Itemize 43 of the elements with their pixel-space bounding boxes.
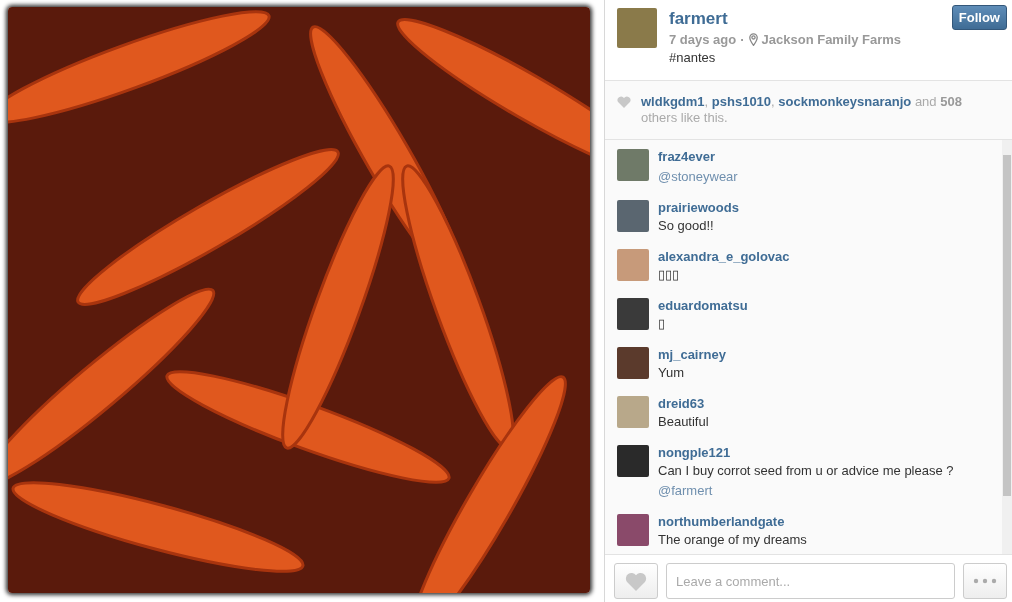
avatar-placeholder[interactable] (617, 347, 649, 379)
username-link[interactable]: sockmonkeysnaranjo (778, 94, 912, 109)
comment-text: Beautiful (658, 414, 709, 429)
location-link[interactable]: Jackson Family Farms (761, 32, 901, 47)
heart-icon (617, 96, 631, 108)
comment-text: Can I buy corrot seed from u or advice me please ? (658, 463, 954, 478)
heart-icon (625, 571, 647, 591)
location-pin-icon (748, 33, 758, 46)
avatar-placeholder[interactable] (617, 396, 649, 428)
username-link[interactable]: wldkgdm1 (641, 94, 705, 109)
avatar-placeholder[interactable] (617, 200, 649, 232)
comment-username[interactable]: fraz4ever (658, 149, 738, 164)
ellipsis-icon (973, 578, 997, 584)
comment-text: The orange of my dreams (658, 532, 807, 547)
comment-text: Yum (658, 365, 685, 380)
post-time: 7 days ago (669, 32, 737, 47)
separator-dot: · (740, 32, 745, 47)
comment-username[interactable]: alexandra_e_golovac (658, 249, 790, 264)
avatar-placeholder[interactable] (617, 514, 649, 546)
comment-username[interactable]: dreid63 (658, 396, 709, 411)
avatar-placeholder[interactable] (617, 149, 649, 181)
comment-text: ▯ (658, 316, 666, 331)
scrollbar[interactable] (1002, 140, 1012, 554)
caption-text: #nantes (669, 50, 717, 65)
avatar-placeholder[interactable] (617, 8, 657, 48)
like-button[interactable] (614, 563, 658, 599)
mention-link[interactable]: @stoneywear (658, 169, 738, 184)
comment-text: So good!! (658, 218, 715, 233)
comment-username[interactable]: eduardomatsu (658, 298, 748, 313)
comment-text: ▯▯▯ (658, 267, 680, 282)
post-username[interactable]: farmert (669, 9, 940, 29)
comment-input-field[interactable]: Leave a comment... (666, 563, 955, 599)
likes-text: wldkgdm1, pshs1010, sockmonkeysnaranjo and 508 others like this. (641, 94, 963, 126)
more-options-button[interactable] (963, 563, 1007, 599)
comment-username[interactable]: mj_cairney (658, 347, 726, 362)
avatar-placeholder[interactable] (617, 298, 649, 330)
mention-link[interactable]: @farmert (658, 483, 954, 498)
comment-username[interactable]: northumberlandgate (658, 514, 807, 529)
comment-username[interactable]: prairiewoods (658, 200, 739, 215)
comment-username[interactable]: nongple121 (658, 445, 954, 460)
follow-button[interactable]: Follow (951, 5, 1007, 30)
avatar-placeholder[interactable] (617, 445, 649, 477)
avatar-placeholder[interactable] (617, 249, 649, 281)
